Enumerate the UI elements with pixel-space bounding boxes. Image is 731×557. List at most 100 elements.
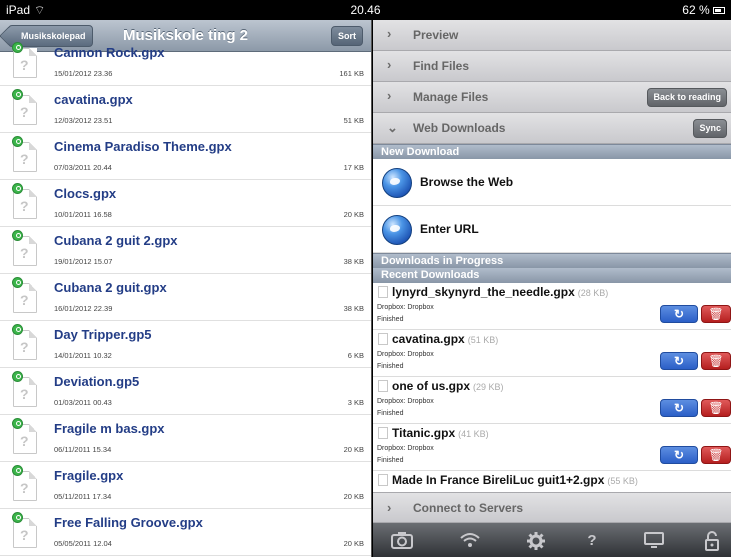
- download-item[interactable]: cavatina.gpx (51 KB) Dropbox: Dropbox Finis…: [373, 330, 731, 377]
- connect-to-servers-section[interactable]: › Connect to Servers: [373, 492, 731, 523]
- browse-web-row[interactable]: Browse the Web: [373, 159, 731, 206]
- download-item[interactable]: lynyrd_skynyrd_the_needle.gpx (28 KB) Drop…: [373, 283, 731, 330]
- file-name: Day Tripper.gp5: [54, 327, 152, 342]
- file-row[interactable]: Fragile.gpx 05/11/2011 17.34 20 KB: [0, 462, 371, 509]
- file-date: 10/01/2011 16.58: [54, 210, 112, 219]
- preview-section[interactable]: › Preview: [373, 20, 731, 51]
- file-name: Fragile.gpx: [54, 468, 124, 483]
- file-size: 17 KB: [343, 163, 364, 172]
- download-name: cavatina.gpx (51 KB): [392, 332, 499, 346]
- file-date: 01/03/2011 00.43: [54, 398, 112, 407]
- gear-icon[interactable]: [523, 531, 549, 551]
- back-to-reading-button[interactable]: Back to reading: [647, 88, 727, 107]
- back-button-label: Musikskolepad: [21, 31, 86, 41]
- camera-icon[interactable]: [389, 531, 415, 551]
- retry-button[interactable]: ↻: [660, 399, 698, 417]
- download-size: (51 KB): [467, 335, 499, 345]
- enter-url-row[interactable]: Enter URL: [373, 206, 731, 253]
- file-size: 3 KB: [347, 398, 364, 407]
- download-source: Dropbox: Dropbox: [377, 445, 434, 452]
- file-name: Free Falling Groove.gpx: [54, 515, 203, 530]
- battery-indicator: 62 %: [682, 3, 725, 17]
- retry-button[interactable]: ↻: [660, 352, 698, 370]
- globe-icon: [382, 215, 412, 245]
- delete-button[interactable]: 🗑: [701, 446, 731, 464]
- file-row[interactable]: Day Tripper.gp5 14/01/2011 10.32 6 KB: [0, 321, 371, 368]
- refresh-icon: ↻: [673, 401, 685, 415]
- file-browser-pane: Musikskolepad Musikskole ting 2 Sort Can…: [0, 20, 372, 557]
- file-date: 07/03/2011 20.44: [54, 163, 112, 172]
- enter-url-label: Enter URL: [420, 222, 479, 236]
- download-source: Dropbox: Dropbox: [377, 304, 434, 311]
- delete-button[interactable]: 🗑: [701, 399, 731, 417]
- help-icon[interactable]: ?: [579, 531, 605, 551]
- manage-files-section[interactable]: › Manage Files Back to reading: [373, 82, 731, 113]
- chevron-right-icon: ›: [387, 57, 392, 72]
- file-name: Cinema Paradiso Theme.gpx: [54, 139, 232, 154]
- file-date: 15/01/2012 23.36: [54, 69, 113, 78]
- find-files-section[interactable]: › Find Files: [373, 51, 731, 82]
- file-name: Cubana 2 guit.gpx: [54, 280, 167, 295]
- battery-icon: [713, 7, 725, 15]
- wifi-icon[interactable]: [457, 531, 483, 551]
- sync-status-icon: [12, 512, 23, 523]
- file-row[interactable]: Cinema Paradiso Theme.gpx 07/03/2011 20.4…: [0, 133, 371, 180]
- lock-icon[interactable]: [699, 531, 725, 551]
- download-item[interactable]: Titanic.gpx (41 KB) Dropbox: Dropbox Finish…: [373, 424, 731, 471]
- download-source: Dropbox: Dropbox: [377, 398, 434, 405]
- retry-button[interactable]: ↻: [660, 446, 698, 464]
- delete-button[interactable]: 🗑: [701, 305, 731, 323]
- file-row[interactable]: cavatina.gpx 12/03/2012 23.51 51 KB: [0, 86, 371, 133]
- file-date: 05/11/2011 17.34: [54, 492, 112, 501]
- recent-downloads-header: Recent Downloads: [373, 268, 731, 283]
- download-size: (28 KB): [577, 288, 609, 298]
- battery-percent: 62 %: [682, 3, 710, 17]
- status-bar: iPad ⌔ 20.46 62 %: [0, 0, 731, 20]
- document-icon: [378, 333, 388, 345]
- downloads-in-progress-header: Downloads in Progress: [373, 253, 731, 268]
- refresh-icon: ↻: [673, 307, 685, 321]
- download-name: Titanic.gpx (41 KB): [392, 426, 489, 440]
- sync-status-icon: [12, 230, 23, 241]
- file-size: 6 KB: [347, 351, 364, 360]
- download-status: Finished: [377, 316, 404, 323]
- file-row[interactable]: Clocs.gpx 10/01/2011 16.58 20 KB: [0, 180, 371, 227]
- sort-button[interactable]: Sort: [331, 26, 363, 46]
- delete-button[interactable]: 🗑: [701, 352, 731, 370]
- chevron-right-icon: ›: [387, 500, 392, 515]
- download-size: (55 KB): [607, 476, 638, 486]
- find-files-label: Find Files: [413, 59, 470, 73]
- file-list: Cannon Rock.gpx 15/01/2012 23.36 161 KB cav…: [0, 42, 371, 556]
- file-name: Cubana 2 guit 2.gpx: [54, 233, 178, 248]
- sync-status-icon: [12, 277, 23, 288]
- web-downloads-label: Web Downloads: [413, 121, 506, 135]
- file-row[interactable]: Cannon Rock.gpx 15/01/2012 23.36 161 KB: [0, 42, 371, 86]
- refresh-icon: ↻: [673, 448, 685, 462]
- file-row[interactable]: Fragile m bas.gpx 06/11/2011 15.34 20 KB: [0, 415, 371, 462]
- trash-icon: 🗑: [708, 307, 724, 321]
- web-downloads-section[interactable]: ⌄ Web Downloads Sync: [373, 113, 731, 144]
- sync-status-icon: [12, 136, 23, 147]
- manage-files-label: Manage Files: [413, 90, 489, 104]
- file-name: cavatina.gpx: [54, 92, 133, 107]
- file-row[interactable]: Cubana 2 guit.gpx 16/01/2012 22.39 38 KB: [0, 274, 371, 321]
- file-size: 38 KB: [343, 304, 364, 313]
- file-name: Cannon Rock.gpx: [54, 45, 165, 60]
- screen-icon[interactable]: [641, 531, 667, 551]
- file-row[interactable]: Cubana 2 guit 2.gpx 19/01/2012 15.07 38 KB: [0, 227, 371, 274]
- file-row[interactable]: Free Falling Groove.gpx 05/05/2011 12.04 2…: [0, 509, 371, 556]
- file-size: 20 KB: [343, 539, 364, 548]
- connect-to-servers-label: Connect to Servers: [413, 501, 524, 515]
- file-name: Deviation.gp5: [54, 374, 140, 389]
- chevron-right-icon: ›: [387, 26, 392, 41]
- download-item[interactable]: one of us.gpx (29 KB) Dropbox: Dropbox Fini…: [373, 377, 731, 424]
- file-row[interactable]: Deviation.gp5 01/03/2011 00.43 3 KB: [0, 368, 371, 415]
- retry-button[interactable]: ↻: [660, 305, 698, 323]
- download-status: Finished: [377, 363, 404, 370]
- document-icon: [378, 474, 388, 486]
- preview-label: Preview: [413, 28, 459, 42]
- file-name: Fragile m bas.gpx: [54, 421, 165, 436]
- sync-status-icon: [12, 465, 23, 476]
- recent-downloads-list: lynyrd_skynyrd_the_needle.gpx (28 KB) Drop…: [373, 283, 731, 518]
- sync-button[interactable]: Sync: [693, 119, 727, 138]
